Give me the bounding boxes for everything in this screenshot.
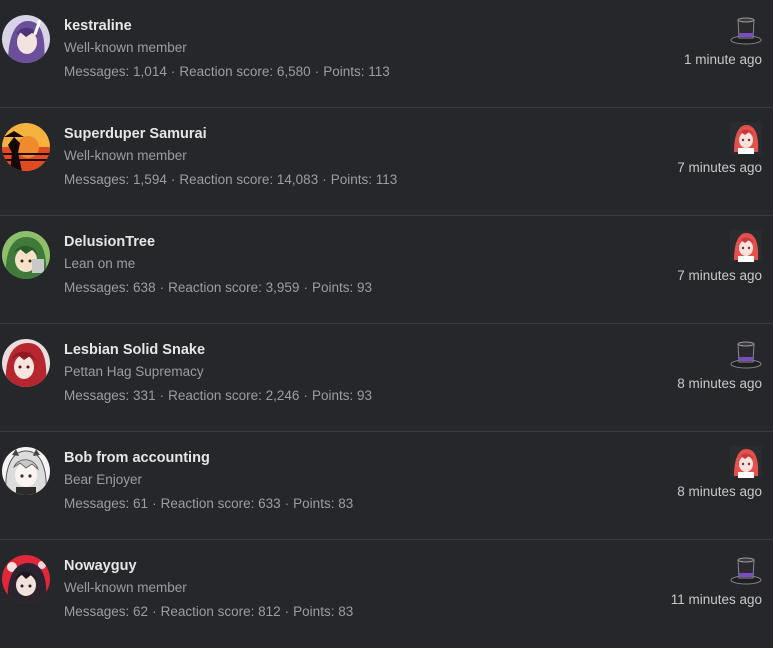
points-label: Points: (311, 388, 354, 403)
avatar[interactable] (2, 123, 50, 171)
separator: · (284, 496, 290, 511)
reaction-label: Reaction score: (179, 64, 274, 79)
reaction-score: 633 (258, 496, 281, 511)
separator: · (159, 388, 165, 403)
points-count: 113 (375, 172, 398, 187)
white-haired-anime-avatar-icon (2, 447, 50, 495)
separator: · (284, 604, 290, 619)
avatar[interactable] (2, 447, 50, 495)
reaction-label: Reaction score: (168, 388, 262, 403)
red-haired-anime-avatar-icon (2, 339, 50, 387)
last-activity-time[interactable]: 8 minutes ago (677, 375, 762, 393)
top-hat-icon[interactable] (730, 338, 762, 370)
points-count: 83 (338, 604, 354, 619)
messages-count: 62 (133, 604, 149, 619)
reaction-score: 2,246 (265, 388, 300, 403)
points-count: 113 (368, 64, 390, 79)
username-link[interactable]: kestraline (64, 17, 390, 35)
username-link[interactable]: Superduper Samurai (64, 125, 397, 143)
user-title: Well-known member (64, 40, 187, 55)
points-count: 93 (356, 388, 373, 403)
reaction-label: Reaction score: (168, 280, 262, 295)
messages-label: Messages: (64, 388, 130, 403)
messages-count: 331 (133, 388, 156, 403)
user-title: Bear Enjoyer (64, 472, 143, 487)
last-activity-time[interactable]: 1 minute ago (684, 51, 762, 69)
separator: · (152, 496, 157, 511)
reaction-score: 812 (258, 604, 281, 619)
separator: · (170, 172, 176, 187)
messages-label: Messages: (64, 496, 130, 511)
member-list: kestraline Well-known member Messages: 1… (0, 0, 773, 648)
last-activity-time[interactable]: 7 minutes ago (677, 267, 762, 285)
member-stats: Messages: 638 · Reaction score: 3,959 · Poin… (64, 279, 372, 297)
anime-girl-icon[interactable] (730, 446, 762, 478)
messages-label: Messages: (64, 64, 130, 79)
username-link[interactable]: Lesbian Solid Snake (64, 341, 372, 359)
reaction-label: Reaction score: (160, 604, 255, 619)
messages-count: 638 (133, 280, 156, 295)
member-row: kestraline Well-known member Messages: 1… (0, 0, 773, 108)
samurai-sunset-avatar-icon (2, 123, 50, 171)
member-stats: Messages: 1,014 · Reaction score: 6,580 · Po… (64, 63, 390, 81)
member-row: Bob from accounting Bear Enjoyer Message… (0, 432, 773, 540)
avatar[interactable] (2, 339, 50, 387)
member-stats: Messages: 331 · Reaction score: 2,246 · Poin… (64, 387, 372, 405)
member-stats: Messages: 62 · Reaction score: 812 · Points:… (64, 603, 353, 621)
member-row: DelusionTree Lean on me Messages: 638 · Re… (0, 216, 773, 324)
reaction-label: Reaction score: (160, 496, 255, 511)
separator: · (314, 64, 320, 79)
points-label: Points: (323, 64, 365, 79)
avatar[interactable] (2, 231, 50, 279)
member-row: Lesbian Solid Snake Pettan Hag Supremacy… (0, 324, 773, 432)
reaction-score: 14,083 (276, 172, 319, 187)
points-label: Points: (311, 280, 354, 295)
last-activity-time[interactable]: 8 minutes ago (677, 483, 762, 501)
dark-haired-red-background-avatar-icon (2, 555, 50, 603)
user-title: Pettan Hag Supremacy (64, 364, 204, 379)
member-row: Superduper Samurai Well-known member Mes… (0, 108, 773, 216)
points-label: Points: (293, 604, 335, 619)
messages-label: Messages: (64, 280, 130, 295)
avatar[interactable] (2, 15, 50, 63)
member-stats: Messages: 1,594 · Reaction score: 14,083 · P… (64, 171, 397, 189)
separator: · (152, 604, 157, 619)
reaction-label: Reaction score: (179, 172, 274, 187)
points-label: Points: (293, 496, 335, 511)
last-activity-time[interactable]: 7 minutes ago (677, 159, 762, 177)
user-title: Lean on me (64, 256, 136, 271)
member-stats: Messages: 61 · Reaction score: 633 · Points:… (64, 495, 353, 513)
messages-count: 1,014 (133, 64, 167, 79)
points-label: Points: (330, 172, 372, 187)
top-hat-icon[interactable] (730, 14, 762, 46)
separator: · (303, 280, 308, 295)
reaction-score: 3,959 (265, 280, 300, 295)
messages-count: 61 (133, 496, 149, 511)
top-hat-icon[interactable] (730, 554, 762, 586)
member-row: Nowayguy Well-known member Messages: 62 ·… (0, 540, 773, 648)
points-count: 83 (338, 496, 354, 511)
messages-label: Messages: (64, 172, 130, 187)
last-activity-time[interactable]: 11 minutes ago (671, 591, 762, 609)
username-link[interactable]: Bob from accounting (64, 449, 353, 467)
messages-count: 1,594 (133, 172, 167, 187)
username-link[interactable]: Nowayguy (64, 557, 353, 575)
user-title: Well-known member (64, 580, 187, 595)
separator: · (303, 388, 308, 403)
anime-girl-icon[interactable] (730, 122, 762, 154)
username-link[interactable]: DelusionTree (64, 233, 372, 251)
anime-girl-icon[interactable] (730, 230, 762, 262)
separator: · (322, 172, 327, 187)
avatar[interactable] (2, 555, 50, 603)
points-count: 93 (356, 280, 373, 295)
reaction-score: 6,580 (276, 64, 311, 79)
separator: · (159, 280, 165, 295)
purple-haired-anime-avatar-icon (2, 15, 50, 63)
green-haired-anime-avatar-icon (2, 231, 50, 279)
user-title: Well-known member (64, 148, 187, 163)
messages-label: Messages: (64, 604, 130, 619)
separator: · (170, 64, 176, 79)
